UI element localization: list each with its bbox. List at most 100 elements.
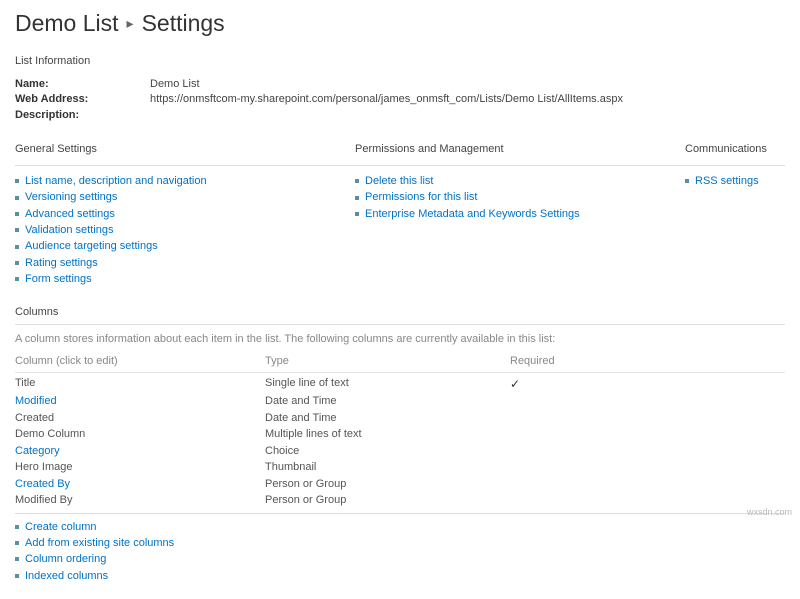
general-settings-item: Validation settings [15, 223, 355, 237]
breadcrumb-list-name[interactable]: Demo List [15, 10, 119, 37]
header-column-required: Required [510, 353, 785, 370]
header-column-type: Type [265, 353, 510, 370]
info-row: Description: [15, 108, 785, 123]
general-settings-link[interactable]: Validation settings [25, 223, 113, 237]
general-settings-col: General Settings List name, description … [15, 143, 355, 288]
general-settings-link[interactable]: Advanced settings [25, 207, 115, 221]
bullet-icon [685, 179, 689, 183]
column-name-cell: Created By [15, 476, 265, 493]
bullet-icon [15, 245, 19, 249]
general-settings-link[interactable]: List name, description and navigation [25, 174, 207, 188]
column-type-cell: Choice [265, 443, 510, 460]
column-name-link[interactable]: Created By [15, 478, 70, 490]
info-value: https://onmsftcom-my.sharepoint.com/pers… [150, 92, 623, 107]
bullet-icon [15, 541, 19, 545]
bullet-icon [15, 196, 19, 200]
bullet-icon [15, 228, 19, 232]
table-row: Demo ColumnMultiple lines of text [15, 426, 785, 443]
column-actions: Create column Add from existing site colu… [15, 513, 785, 583]
column-name-cell: Created [15, 410, 265, 427]
permissions-title: Permissions and Management [355, 143, 685, 155]
column-name-cell: Category [15, 443, 265, 460]
column-action-item: Create column [15, 520, 785, 534]
communications-item: RSS settings [685, 174, 785, 188]
permissions-link[interactable]: Enterprise Metadata and Keywords Setting… [365, 207, 580, 221]
column-name-link[interactable]: Modified [15, 395, 57, 407]
table-row: ModifiedDate and Time [15, 393, 785, 410]
column-required-cell [510, 426, 785, 443]
check-icon: ✓ [510, 377, 520, 391]
columns-table: Column (click to edit) Type Required Tit… [15, 353, 785, 509]
column-type-cell: Person or Group [265, 492, 510, 509]
bullet-icon [15, 261, 19, 265]
info-row: Web Address:https://onmsftcom-my.sharepo… [15, 92, 785, 107]
table-row: Hero ImageThumbnail [15, 459, 785, 476]
list-information-title: List Information [15, 55, 785, 67]
columns-table-header: Column (click to edit) Type Required [15, 353, 785, 373]
communications-link[interactable]: RSS settings [695, 174, 759, 188]
permissions-item: Enterprise Metadata and Keywords Setting… [355, 207, 685, 221]
general-settings-link[interactable]: Versioning settings [25, 190, 117, 204]
column-required-cell [510, 492, 785, 509]
column-type-cell: Person or Group [265, 476, 510, 493]
permissions-col: Permissions and Management Delete this l… [355, 143, 685, 288]
general-settings-link[interactable]: Form settings [25, 272, 92, 286]
column-name-cell: Hero Image [15, 459, 265, 476]
column-type-cell: Thumbnail [265, 459, 510, 476]
general-settings-link[interactable]: Rating settings [25, 256, 98, 270]
divider [355, 165, 685, 166]
bullet-icon [355, 179, 359, 183]
column-action-item: Add from existing site columns [15, 536, 785, 550]
column-type-cell: Date and Time [265, 410, 510, 427]
communications-col: Communications RSS settings [685, 143, 785, 288]
columns-section: Columns A column stores information abou… [15, 306, 785, 583]
general-settings-item: Audience targeting settings [15, 239, 355, 253]
column-required-cell [510, 410, 785, 427]
table-row: TitleSingle line of text✓ [15, 375, 785, 394]
general-settings-link[interactable]: Audience targeting settings [25, 239, 158, 253]
bullet-icon [15, 574, 19, 578]
permissions-item: Permissions for this list [355, 190, 685, 204]
column-action-link[interactable]: Indexed columns [25, 569, 108, 583]
table-row: Created By Person or Group [15, 476, 785, 493]
general-settings-item: Advanced settings [15, 207, 355, 221]
table-row: Modified ByPerson or Group [15, 492, 785, 509]
column-action-item: Indexed columns [15, 569, 785, 583]
info-label: Name: [15, 77, 150, 92]
table-row: CreatedDate and Time [15, 410, 785, 427]
columns-description: A column stores information about each i… [15, 333, 785, 345]
general-settings-item: Rating settings [15, 256, 355, 270]
column-action-item: Column ordering [15, 552, 785, 566]
column-required-cell [510, 476, 785, 493]
columns-title: Columns [15, 306, 785, 318]
header-column-name: Column (click to edit) [15, 353, 265, 370]
column-required-cell: ✓ [510, 375, 785, 394]
list-information-section: List Information Name:Demo ListWeb Addre… [15, 55, 785, 123]
column-name-cell: Title [15, 375, 265, 394]
column-type-cell: Multiple lines of text [265, 426, 510, 443]
info-label: Web Address: [15, 92, 150, 107]
column-action-link[interactable]: Column ordering [25, 552, 106, 566]
permissions-link[interactable]: Permissions for this list [365, 190, 477, 204]
general-settings-item: List name, description and navigation [15, 174, 355, 188]
column-name-link[interactable]: Category [15, 445, 60, 457]
divider [15, 165, 355, 166]
column-name-cell: Modified [15, 393, 265, 410]
info-row: Name:Demo List [15, 77, 785, 92]
breadcrumb-page: Settings [142, 10, 225, 37]
bullet-icon [15, 277, 19, 281]
general-settings-item: Versioning settings [15, 190, 355, 204]
column-action-link[interactable]: Add from existing site columns [25, 536, 174, 550]
bullet-icon [15, 212, 19, 216]
bullet-icon [15, 557, 19, 561]
column-required-cell [510, 443, 785, 460]
column-name-cell: Modified By [15, 492, 265, 509]
column-action-link[interactable]: Create column [25, 520, 97, 534]
watermark: wxsdn.com [747, 507, 792, 517]
info-label: Description: [15, 108, 150, 123]
permissions-item: Delete this list [355, 174, 685, 188]
bullet-icon [355, 196, 359, 200]
table-row: Category Choice [15, 443, 785, 460]
permissions-link[interactable]: Delete this list [365, 174, 433, 188]
bullet-icon [15, 525, 19, 529]
